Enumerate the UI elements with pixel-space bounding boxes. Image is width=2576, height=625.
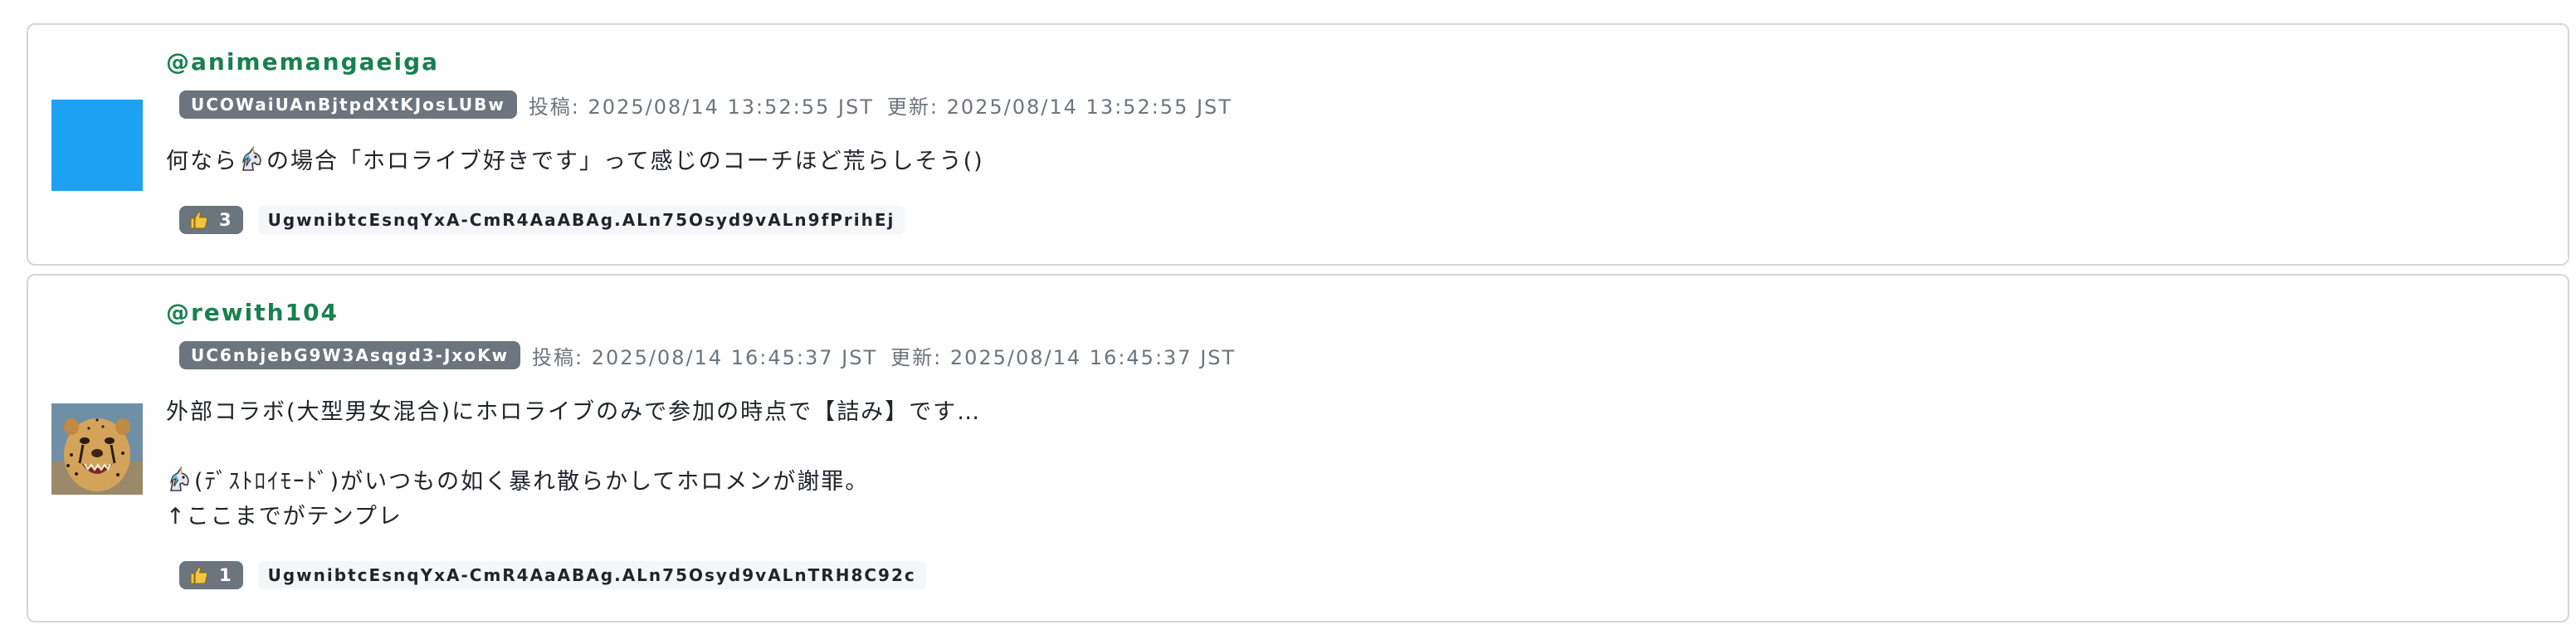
comment-content: @animemangaeiga UCOWaiUAnBjtpdXtKJosLUBw… bbox=[166, 46, 2548, 236]
like-count-badge: 3 bbox=[179, 206, 243, 234]
comment-card: @animemangaeiga UCOWaiUAnBjtpdXtKJosLUBw… bbox=[27, 23, 2569, 266]
comment-text-line: ↑ここまでがテンプレ bbox=[166, 504, 402, 530]
thumbs-up-icon bbox=[189, 565, 209, 585]
channel-id-badge: UCOWaiUAnBjtpdXtKJosLUBw bbox=[179, 90, 517, 119]
comment-text-line: 外部コラボ(大型男女混合)にホロライブのみで参加の時点で【詰み】です… bbox=[166, 399, 982, 425]
username-link[interactable]: @animemangaeiga bbox=[166, 46, 2548, 78]
comment-meta: UCOWaiUAnBjtpdXtKJosLUBw 投稿: 2025/08/14 … bbox=[166, 90, 2548, 120]
channel-id-badge: UC6nbjebG9W3Asqgd3-JxoKw bbox=[179, 341, 521, 369]
like-count: 3 bbox=[219, 210, 232, 230]
unicorn-icon bbox=[166, 466, 194, 494]
avatar bbox=[51, 403, 143, 495]
cheetah-avatar-image bbox=[51, 403, 143, 495]
comment-footer: 1 UgwnibtcEsnqYxA-CmR4AaABAg.ALn75Osyd9v… bbox=[166, 559, 2548, 591]
posted-timestamp: 投稿: 2025/08/14 13:52:55 JST bbox=[528, 95, 874, 119]
comment-footer: 3 UgwnibtcEsnqYxA-CmR4AaABAg.ALn75Osyd9v… bbox=[166, 204, 2548, 236]
comment-id-code: UgwnibtcEsnqYxA-CmR4AaABAg.ALn75Osyd9vAL… bbox=[257, 561, 926, 589]
comment-meta: UC6nbjebG9W3Asqgd3-JxoKw 投稿: 2025/08/14 … bbox=[166, 340, 2548, 370]
comment-text: 外部コラボ(大型男女混合)にホロライブのみで参加の時点で【詰み】です… (ﾃﾞｽ… bbox=[166, 395, 2548, 535]
posted-timestamp: 投稿: 2025/08/14 16:45:37 JST bbox=[532, 345, 878, 369]
updated-timestamp: 更新: 2025/08/14 13:52:55 JST bbox=[886, 95, 1232, 119]
like-count: 1 bbox=[219, 565, 232, 585]
thumbs-up-icon bbox=[189, 210, 209, 230]
comment-content: @rewith104 UC6nbjebG9W3Asqgd3-JxoKw 投稿: … bbox=[166, 297, 2548, 591]
comment-text-part: 何なら bbox=[166, 149, 238, 174]
comment-id-code: UgwnibtcEsnqYxA-CmR4AaABAg.ALn75Osyd9vAL… bbox=[257, 206, 905, 234]
unicorn-icon bbox=[238, 145, 266, 173]
comment-text-part: の場合「ホロライブ好きです」って感じのコーチほど荒らしそう() bbox=[266, 149, 984, 174]
comment-card: @rewith104 UC6nbjebG9W3Asqgd3-JxoKw 投稿: … bbox=[27, 274, 2569, 623]
updated-timestamp: 更新: 2025/08/14 16:45:37 JST bbox=[890, 345, 1237, 369]
comment-text-part: (ﾃﾞｽﾄﾛｲﾓｰﾄﾞ)がいつもの如く暴れ散らかしてホロメンが謝罪。 bbox=[194, 469, 870, 495]
comment-text: 何なら の場合「ホロライブ好きです」って感じのコーチほど荒らしそう() bbox=[166, 144, 2548, 179]
avatar bbox=[51, 100, 143, 191]
username-link[interactable]: @rewith104 bbox=[166, 297, 2548, 329]
like-count-badge: 1 bbox=[179, 561, 243, 589]
